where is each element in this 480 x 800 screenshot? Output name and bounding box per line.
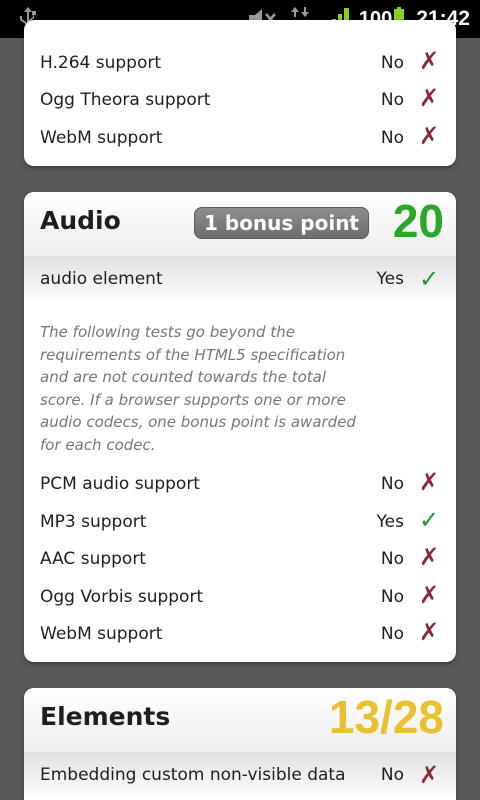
section-score: 13/28 xyxy=(328,691,444,743)
cross-icon: ✗ xyxy=(418,618,440,646)
test-result: No xyxy=(380,765,404,785)
test-row-aac: AAC support No ✗ xyxy=(24,542,456,578)
test-result: No xyxy=(380,128,404,148)
bonus-note: The following tests go beyond the requir… xyxy=(40,323,356,454)
cross-icon: ✗ xyxy=(418,84,440,112)
test-row-mp3: MP3 support Yes ✓ xyxy=(24,505,456,541)
test-row-h264: H.264 support No ✗ xyxy=(24,46,456,82)
test-label: Ogg Vorbis support xyxy=(40,587,204,607)
cross-icon: ✗ xyxy=(418,761,440,789)
test-result: Yes xyxy=(376,512,404,532)
elements-card: Elements 13/28 Embedding custom non-visi… xyxy=(24,688,456,800)
video-card: H.264 support No ✗ Ogg Theora support No… xyxy=(24,20,456,166)
test-row-webm-video: WebM support No ✗ xyxy=(24,121,456,157)
test-result: No xyxy=(380,474,404,494)
test-label: Embedding custom non-visible data xyxy=(40,765,346,785)
test-row-webm-audio: WebM support No ✗ xyxy=(24,617,456,653)
test-label: H.264 support xyxy=(40,53,162,73)
test-label: PCM audio support xyxy=(40,474,200,494)
bonus-badge: 1 bonus point xyxy=(194,207,369,239)
test-row-custom-data: Embedding custom non-visible data No ✗ xyxy=(24,752,456,800)
section-score: 20 xyxy=(392,195,444,247)
check-icon: ✓ xyxy=(418,265,440,293)
cross-icon: ✗ xyxy=(418,581,440,609)
section-title: Elements xyxy=(40,702,171,731)
test-result: Yes xyxy=(376,269,404,289)
audio-card-header: Audio 1 bonus point 20 xyxy=(24,192,456,256)
audio-card: Audio 1 bonus point 20 audio element Yes… xyxy=(24,192,456,662)
section-title: Audio xyxy=(40,206,121,235)
test-label: Ogg Theora support xyxy=(40,90,211,110)
test-result: No xyxy=(380,53,404,73)
test-row-ogg-theora: Ogg Theora support No ✗ xyxy=(24,83,456,119)
test-label: WebM support xyxy=(40,624,163,644)
test-row-pcm: PCM audio support No ✗ xyxy=(24,467,456,503)
elements-card-header: Elements 13/28 xyxy=(24,688,456,752)
test-result: No xyxy=(380,624,404,644)
test-label: AAC support xyxy=(40,549,146,569)
test-result: No xyxy=(380,587,404,607)
cross-icon: ✗ xyxy=(418,47,440,75)
test-row-ogg-vorbis: Ogg Vorbis support No ✗ xyxy=(24,580,456,616)
test-result: No xyxy=(380,549,404,569)
test-row-audio-element: audio element Yes ✓ xyxy=(24,256,456,304)
check-icon: ✓ xyxy=(418,506,440,534)
cross-icon: ✗ xyxy=(418,543,440,571)
test-label: WebM support xyxy=(40,128,163,148)
cross-icon: ✗ xyxy=(418,122,440,150)
test-label: audio element xyxy=(40,269,163,289)
test-result: No xyxy=(380,90,404,110)
test-label: MP3 support xyxy=(40,512,147,532)
cross-icon: ✗ xyxy=(418,468,440,496)
